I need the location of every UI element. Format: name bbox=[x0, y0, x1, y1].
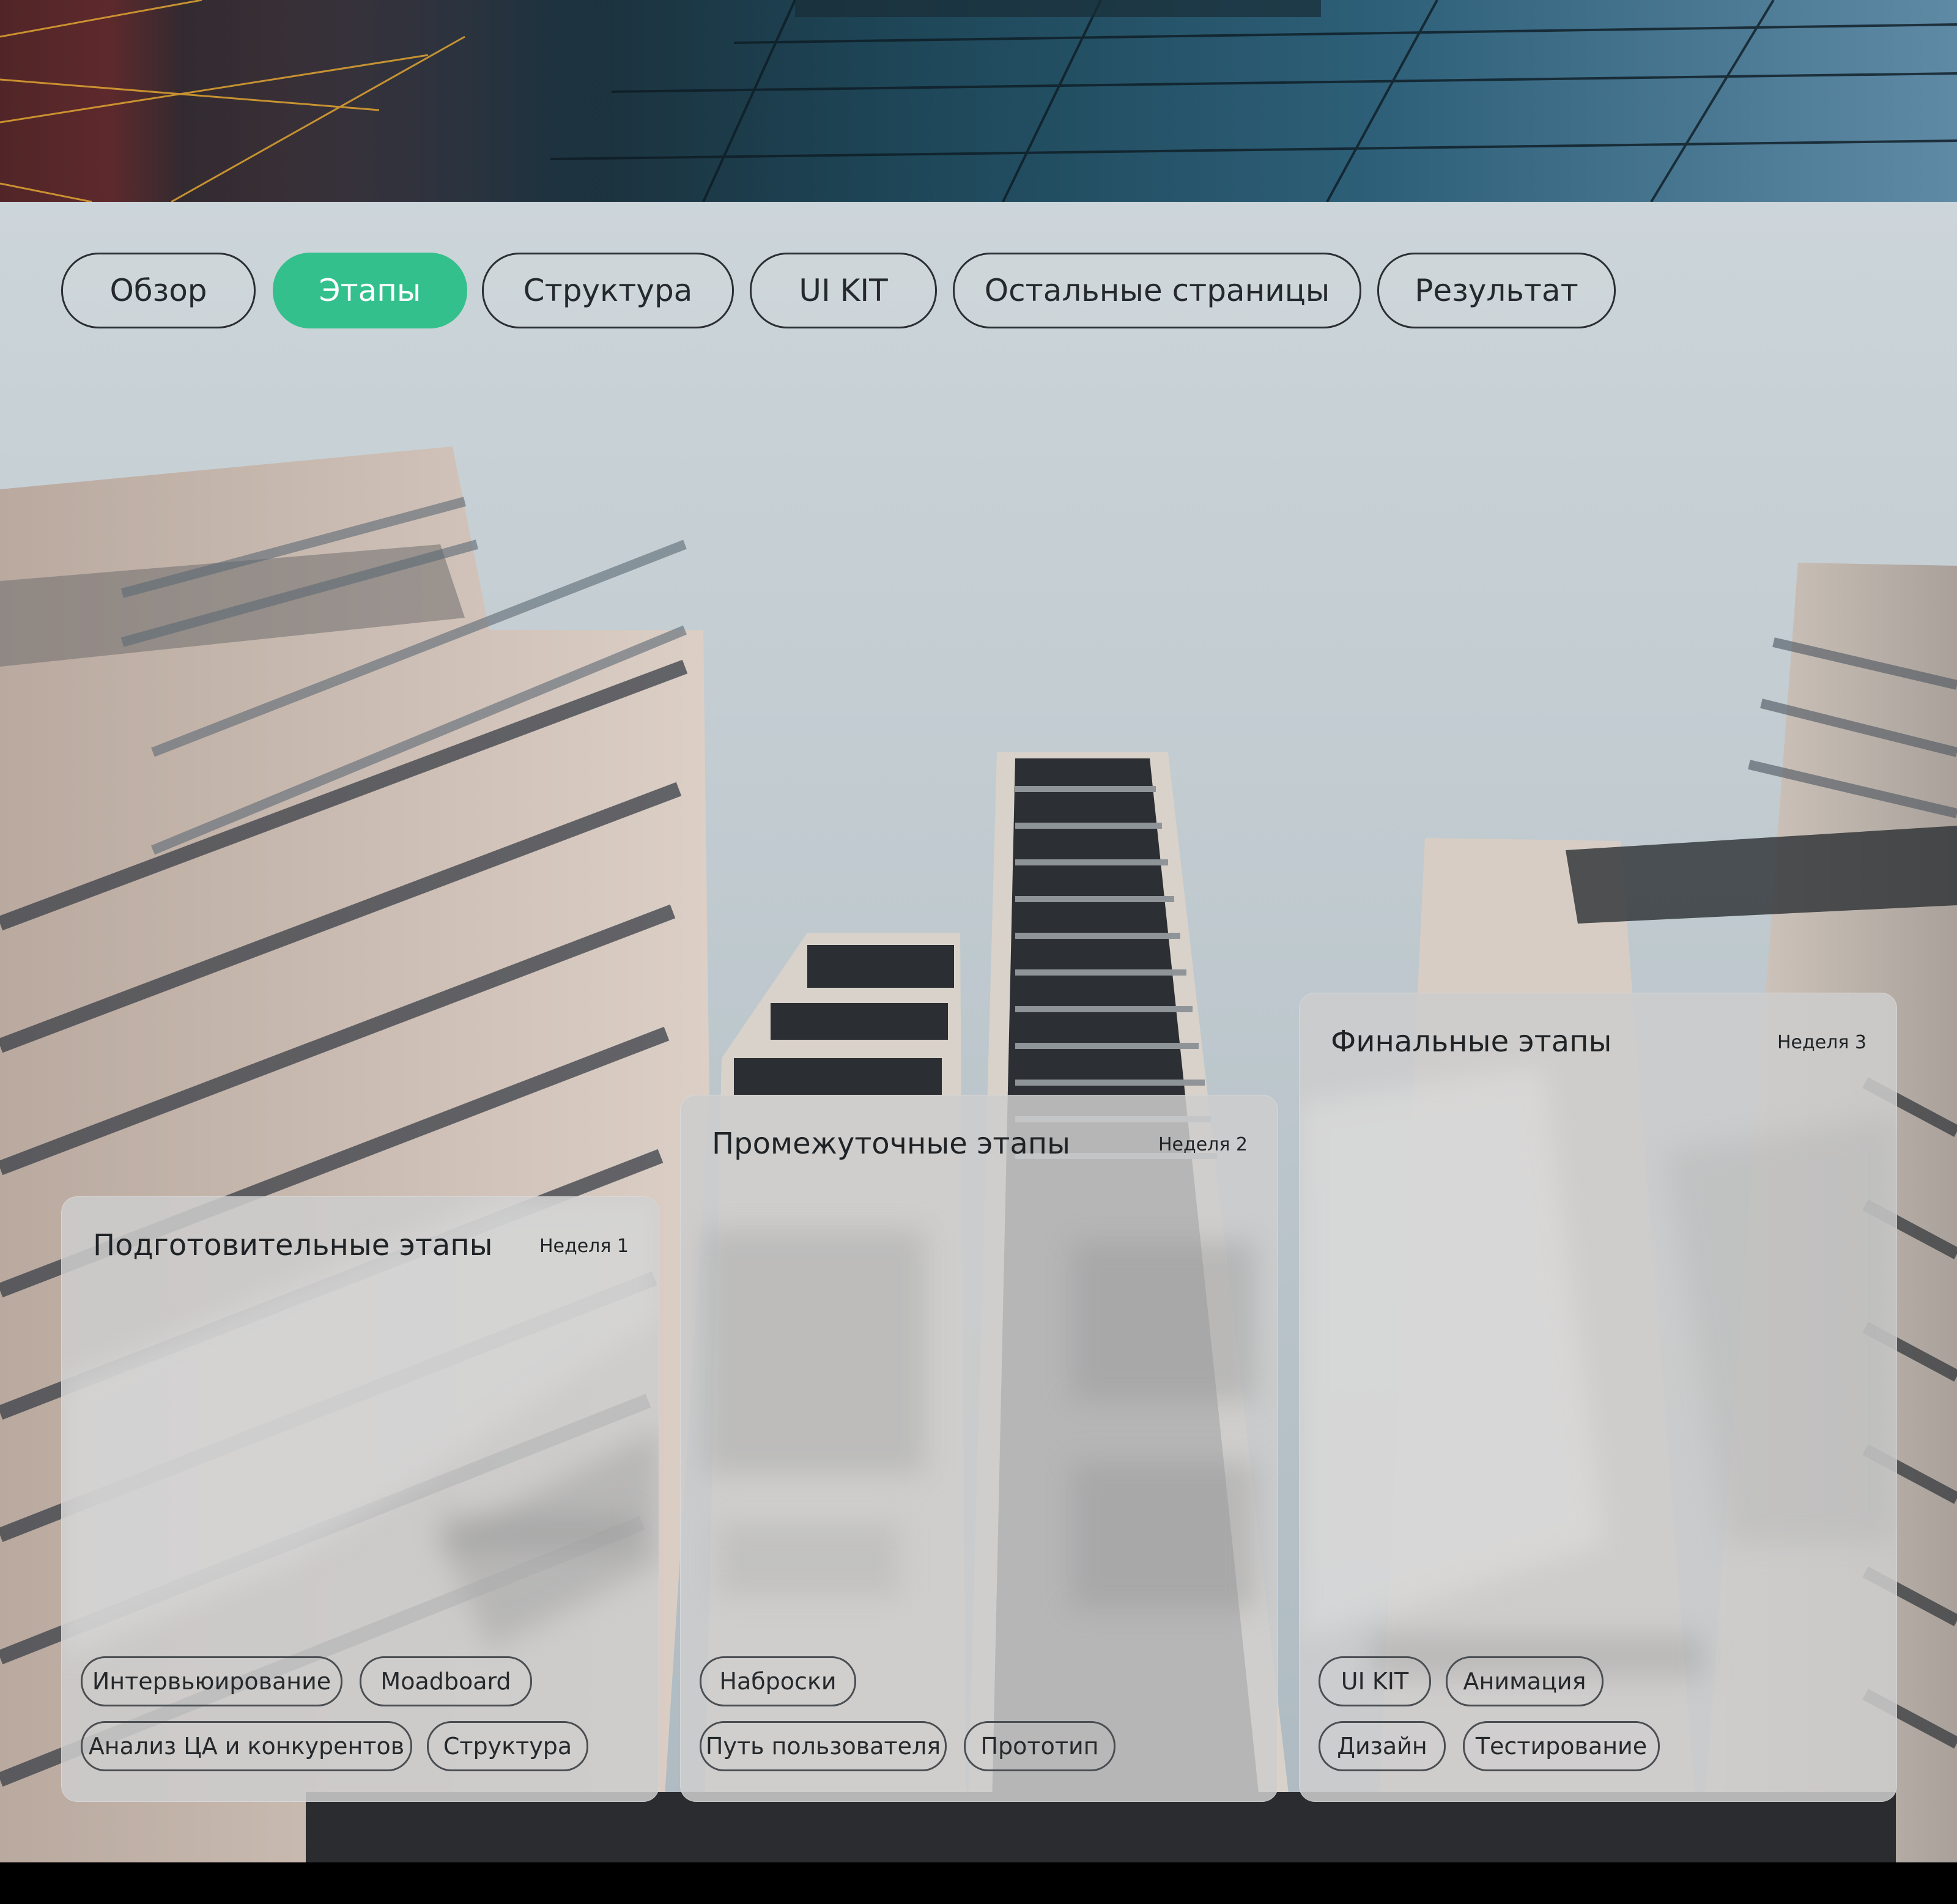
tag-chip[interactable]: Moadboard bbox=[360, 1656, 532, 1706]
tag-chip[interactable]: Тестирование bbox=[1463, 1721, 1660, 1771]
card-title: Промежуточные этапы bbox=[712, 1127, 1071, 1161]
tag-chip[interactable]: Интервьюирование bbox=[81, 1656, 342, 1706]
card-title: Подготовительные этапы bbox=[93, 1228, 493, 1262]
card-week: Неделя 2 bbox=[1158, 1134, 1248, 1155]
tab-structure[interactable]: Структура bbox=[482, 253, 734, 328]
page: Обзор Этапы Структура UI KIT Остальные с… bbox=[0, 0, 1957, 1904]
card-title: Финальные этапы bbox=[1331, 1024, 1612, 1059]
tag-chip[interactable]: Наброски bbox=[700, 1656, 856, 1706]
tag-chip[interactable]: Анализ ЦА и конкурентов bbox=[81, 1721, 412, 1771]
tab-result[interactable]: Результат bbox=[1377, 253, 1616, 328]
tag-chip[interactable]: Анимация bbox=[1446, 1656, 1604, 1706]
stage-card-week-3: Финальные этапы Неделя 3 UI KIT Анимация… bbox=[1299, 993, 1897, 1802]
card-week: Неделя 1 bbox=[539, 1235, 629, 1257]
tab-overview[interactable]: Обзор bbox=[61, 253, 256, 328]
tab-other-pages[interactable]: Остальные страницы bbox=[953, 253, 1361, 328]
tag-chip[interactable]: Путь пользователя bbox=[700, 1721, 947, 1771]
tag-chip[interactable]: UI KIT bbox=[1319, 1656, 1431, 1706]
tab-ui-kit[interactable]: UI KIT bbox=[750, 253, 937, 328]
card-glass-blur bbox=[61, 1196, 659, 1661]
stage-card-week-1: Подготовительные этапы Неделя 1 Интервью… bbox=[61, 1196, 659, 1802]
bottom-black-bar bbox=[0, 1862, 1957, 1904]
stage-card-week-2: Промежуточные этапы Неделя 2 Наброски Пу… bbox=[680, 1095, 1278, 1802]
card-week: Неделя 3 bbox=[1777, 1032, 1866, 1053]
hero-image bbox=[0, 0, 1957, 202]
tag-chip[interactable]: Структура bbox=[427, 1721, 588, 1771]
tag-chip[interactable]: Дизайн bbox=[1319, 1721, 1446, 1771]
tab-stages[interactable]: Этапы bbox=[273, 253, 467, 328]
tag-chip[interactable]: Прототип bbox=[964, 1721, 1115, 1771]
